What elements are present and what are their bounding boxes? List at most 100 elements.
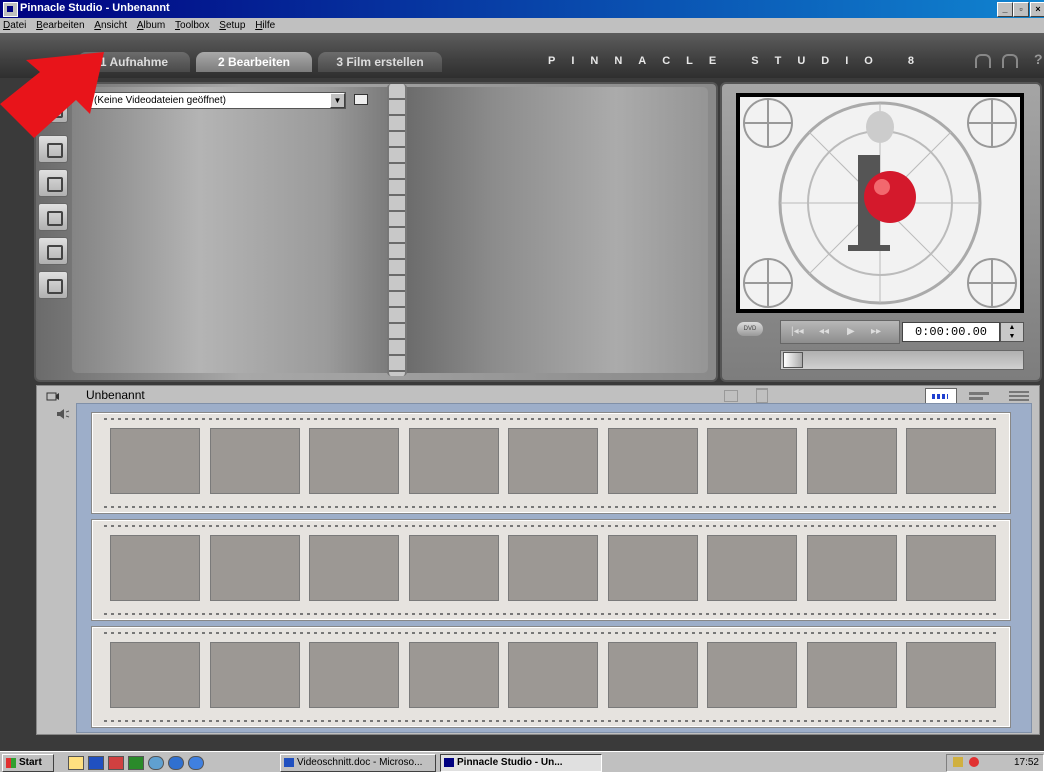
tab-film-erstellen[interactable]: 3 Film erstellen [318,52,442,72]
timecode-field[interactable]: 0:00:00.00 [902,322,1000,342]
album-right-page[interactable] [402,87,708,373]
taskbar: Start Videoschnitt.doc - Microso... Pinn… [0,751,1044,772]
menu-bar: Datei Bearbeiten Ansicht Album Toolbox S… [0,18,1044,33]
fast-forward-icon[interactable]: ▸▸ [871,321,881,343]
storyboard-slot[interactable] [209,428,300,494]
test-pattern-image [740,97,1020,309]
brand-logo-text: PINNACLE STUDIO 8 [548,55,931,67]
storyboard-slot[interactable] [508,642,598,708]
video-file-select-value: (Keine Videodateien geöffnet) [94,95,226,106]
storyboard-film-area[interactable] [76,403,1032,733]
chevron-down-icon[interactable]: ▼ [330,93,345,108]
titles-tab-icon[interactable] [38,169,68,197]
storyboard-slot[interactable] [408,535,499,601]
storyboard-slot[interactable] [906,428,996,494]
still-images-tab-icon[interactable] [38,203,68,231]
film-perforation [104,632,998,634]
pinnacle-app-icon [444,758,454,767]
storyboard-slot[interactable] [309,642,399,708]
menu-ansicht[interactable]: Ansicht [94,18,127,33]
video-file-select[interactable]: (Keine Videodateien geöffnet) [90,92,346,109]
task-pinnacle-studio[interactable]: Pinnacle Studio - Un... [440,754,602,772]
play-icon[interactable]: ▶ [847,321,855,343]
start-button[interactable]: Start [2,754,54,772]
album-spiral-binding [387,84,407,376]
storyboard-slot[interactable] [309,535,399,601]
film-perforation [104,418,998,420]
player-screen [740,97,1020,309]
storyboard-slot[interactable] [707,535,797,601]
minimize-button[interactable]: _ [997,2,1013,17]
film-perforation [104,613,998,615]
folder-icon[interactable] [354,94,368,105]
film-perforation [104,720,998,722]
storyboard-slot[interactable] [707,428,797,494]
text-view-icon[interactable] [1005,388,1035,404]
storyboard-slot[interactable] [408,642,499,708]
storyboard-slot[interactable] [209,642,300,708]
storyboard-slot[interactable] [110,642,200,708]
storyboard-slot[interactable] [806,642,897,708]
tray-app-icon[interactable] [969,757,979,767]
window-title: Pinnacle Studio - Unbenannt [20,2,170,14]
tray-speaker-icon[interactable] [953,757,963,767]
excel-icon[interactable] [128,756,144,770]
album-left-page[interactable] [72,87,390,373]
sound-effects-tab-icon[interactable] [38,237,68,265]
close-button[interactable]: × [1030,2,1044,17]
storyboard-slot[interactable] [607,642,698,708]
trash-icon[interactable] [756,388,768,403]
app-icon[interactable] [3,2,18,17]
task-videoschnitt-doc[interactable]: Videoschnitt.doc - Microso... [280,754,436,772]
menu-album[interactable]: Album [137,18,165,33]
quicklaunch-icon-5[interactable] [148,756,164,770]
storyboard-side-icons [44,388,74,428]
storyboard-slot[interactable] [408,428,499,494]
storyboard-slot[interactable] [309,428,399,494]
storyboard-slot[interactable] [906,535,996,601]
quicklaunch-icon-1[interactable] [68,756,84,770]
storyboard-slot[interactable] [508,535,598,601]
playback-controls: |◂◂ ◂◂ ▶ ▸▸ [780,320,900,344]
dvd-toggle-icon[interactable]: DVD [737,322,763,336]
film-strip [91,626,1011,728]
system-tray: 17:52 [946,754,1044,772]
storyboard-slot[interactable] [508,428,598,494]
help-icon[interactable]: ? [1034,51,1043,67]
rewind-icon[interactable]: ◂◂ [819,321,829,343]
tab-bearbeiten[interactable]: 2 Bearbeiten [196,52,312,72]
storyboard-slot[interactable] [607,428,698,494]
menu-setup[interactable]: Setup [219,18,245,33]
storyboard-slot[interactable] [707,642,797,708]
scene-split-icon[interactable] [724,390,738,402]
speaker-icon[interactable] [56,408,70,420]
quicklaunch-icon-6[interactable] [168,756,184,770]
storyboard-slot[interactable] [110,428,200,494]
scrubber-handle[interactable] [783,352,803,368]
quicklaunch-icon-3[interactable] [108,756,124,770]
timeline-view-icon[interactable] [965,388,995,404]
ie-icon[interactable] [188,756,204,770]
storyboard-slot[interactable] [906,642,996,708]
storyboard-slot[interactable] [607,535,698,601]
go-to-start-icon[interactable]: |◂◂ [791,321,804,343]
menu-datei[interactable]: Datei [3,18,26,33]
menu-toolbox[interactable]: Toolbox [175,18,209,33]
camera-icon[interactable] [46,390,60,402]
storyboard-slot[interactable] [110,535,200,601]
scrubber-track[interactable] [780,350,1024,370]
menu-bearbeiten[interactable]: Bearbeiten [36,18,84,33]
film-strip [91,412,1011,514]
storyboard-slot[interactable] [806,428,897,494]
redo-icon[interactable] [1002,54,1018,68]
film-perforation [104,506,998,508]
menu-hilfe[interactable]: Hilfe [255,18,275,33]
timecode-stepper[interactable]: ▲ ▼ [1000,322,1024,342]
storyboard-slot[interactable] [806,535,897,601]
maximize-button[interactable]: ▫ [1013,2,1029,17]
title-bar[interactable]: Pinnacle Studio - Unbenannt _ ▫ × [0,0,1044,18]
undo-icon[interactable] [975,54,991,68]
storyboard-slot[interactable] [209,535,300,601]
disc-menus-tab-icon[interactable] [38,271,68,299]
word-icon[interactable] [88,756,104,770]
